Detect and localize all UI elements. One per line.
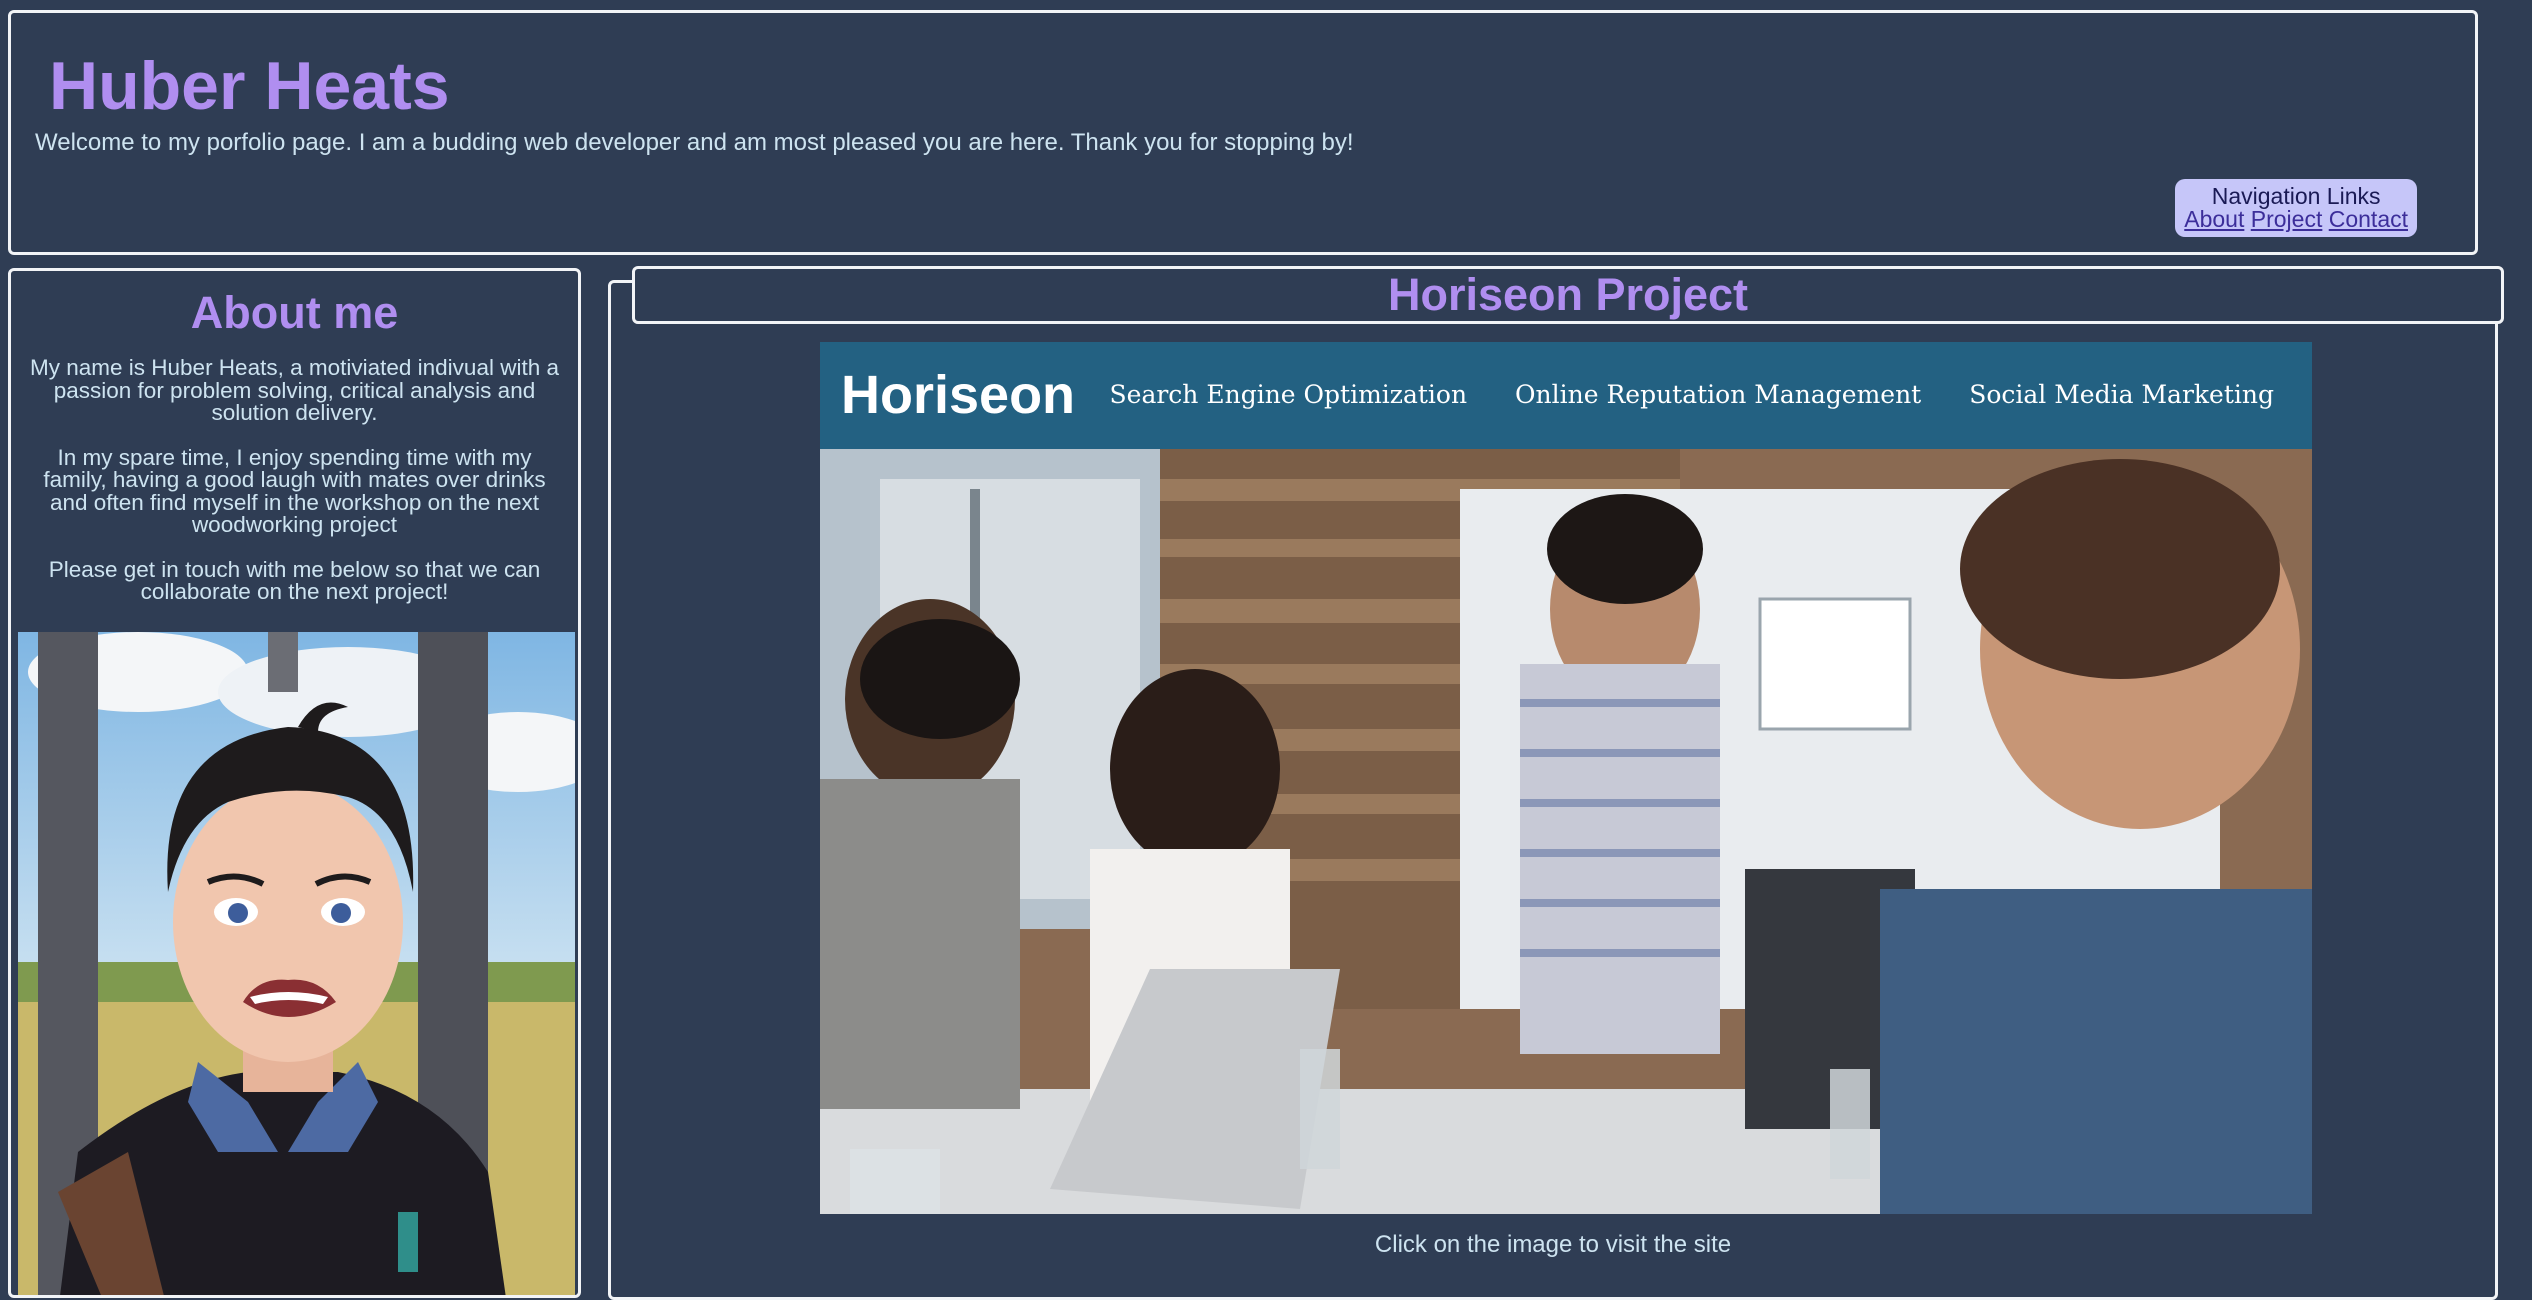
project-title: Horiseon Project	[1387, 269, 1749, 320]
project-section: Horiseon Project Horiseon Search Engine …	[608, 266, 2504, 1300]
horiseon-site-screenshot-link[interactable]: Horiseon Search Engine Optimization Onli…	[820, 342, 2312, 1214]
about-paragraph: In my spare time, I enjoy spending time …	[43, 444, 546, 537]
horiseon-nav-item: Social Media Marketing	[1969, 380, 2274, 409]
site-header: Huber Heats Welcome to my porfolio page.…	[8, 10, 2478, 255]
horiseon-nav-item: Search Engine Optimization	[1109, 380, 1468, 409]
about-paragraph: My name is Huber Heats, a motiviated ind…	[30, 355, 559, 425]
horiseon-hero-photo	[820, 449, 2312, 1214]
about-text: My name is Huber Heats, a motiviated ind…	[29, 355, 560, 626]
nav-link-about[interactable]: About	[2184, 206, 2244, 232]
horiseon-header-bar: Horiseon Search Engine Optimization Onli…	[820, 342, 2312, 449]
horiseon-nav: Search Engine Optimization Online Reputa…	[1070, 380, 2274, 409]
horiseon-logo: Horiseon	[841, 365, 1076, 425]
horiseon-nav-item: Online Reputation Management	[1515, 380, 1922, 409]
nav-link-contact[interactable]: Contact	[2329, 206, 2408, 232]
navigation-box: Navigation Links About Project Contact	[2175, 179, 2417, 237]
about-paragraph: Please get in touch with me below so tha…	[48, 556, 541, 604]
profile-avatar-image	[18, 632, 575, 1295]
project-header: Horiseon Project	[632, 266, 2504, 324]
project-caption: Click on the image to visit the site	[1374, 1231, 1732, 1258]
nav-link-project[interactable]: Project	[2251, 206, 2323, 232]
welcome-text: Welcome to my porfolio page. I am a budd…	[35, 129, 1354, 156]
site-title: Huber Heats	[49, 48, 450, 124]
about-title: About me	[190, 287, 399, 338]
about-section: About me My name is Huber Heats, a motiv…	[8, 268, 581, 1298]
nav-title: Navigation Links	[2211, 183, 2381, 209]
